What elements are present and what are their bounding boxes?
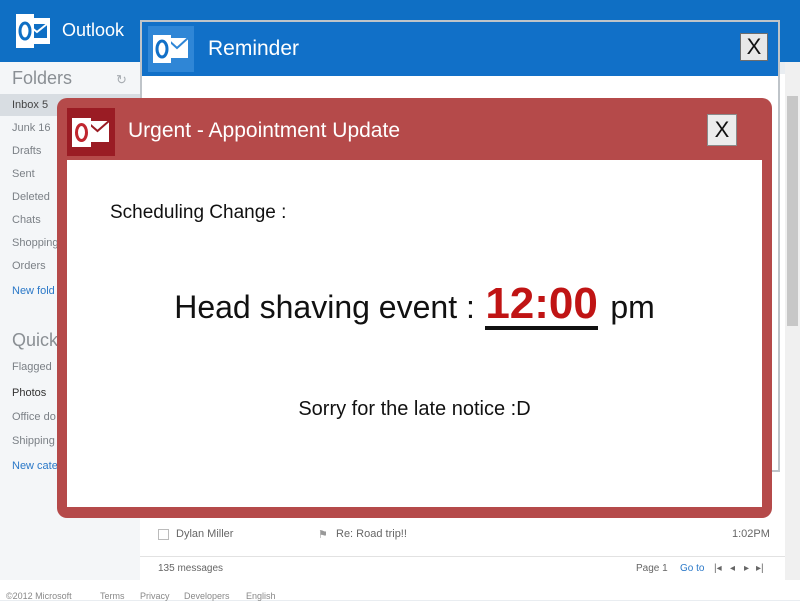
outlook-icon bbox=[148, 26, 194, 72]
urgent-close-button[interactable]: X bbox=[707, 114, 737, 146]
scrollbar-thumb[interactable] bbox=[787, 96, 798, 326]
flag-icon[interactable]: ⚑ bbox=[318, 528, 328, 541]
event-time: 12:00 bbox=[485, 279, 598, 330]
quick-views-heading: Quick bbox=[12, 330, 59, 350]
event-line: Head shaving event : 12:00 pm bbox=[67, 282, 762, 330]
event-label: Head shaving event : bbox=[174, 289, 475, 325]
refresh-icon[interactable]: ↻ bbox=[116, 72, 127, 88]
message-time: 1:02PM bbox=[732, 528, 770, 540]
event-time-suffix: pm bbox=[610, 289, 655, 325]
row-checkbox[interactable] bbox=[158, 529, 169, 540]
message-count: 135 messages bbox=[158, 563, 224, 574]
reminder-title: Reminder bbox=[208, 37, 300, 60]
first-page-icon[interactable]: |◂ bbox=[714, 563, 722, 574]
message-subject: Re: Road trip!! bbox=[336, 528, 407, 540]
next-page-icon[interactable]: ▸ bbox=[744, 563, 749, 574]
outlook-logo-icon bbox=[16, 14, 50, 48]
reminder-close-button[interactable]: X bbox=[740, 33, 768, 61]
prev-page-icon[interactable]: ◂ bbox=[730, 563, 735, 574]
reminder-title-bar: Reminder X bbox=[142, 22, 778, 76]
outlook-icon bbox=[67, 108, 115, 156]
apology-message: Sorry for the late notice :D bbox=[298, 398, 531, 420]
scheduling-change-label: Scheduling Change : bbox=[110, 202, 287, 223]
page-number: Page 1 bbox=[636, 563, 668, 574]
urgent-dialog: Urgent - Appointment Update X Scheduling… bbox=[57, 98, 772, 518]
table-row[interactable]: Dylan Miller ⚑ Re: Road trip!! 1:02PM bbox=[140, 522, 785, 546]
urgent-dialog-body: Scheduling Change : Head shaving event :… bbox=[67, 160, 762, 507]
last-page-icon[interactable]: ▸| bbox=[756, 563, 764, 574]
goto-link[interactable]: Go to bbox=[680, 563, 704, 574]
outlook-app-title: Outlook bbox=[62, 20, 125, 40]
message-sender: Dylan Miller bbox=[176, 528, 234, 540]
pager-row: 135 messages Page 1 Go to |◂ ◂ ▸ ▸| bbox=[140, 556, 785, 581]
folders-heading: Folders bbox=[12, 68, 73, 88]
footer: ©2012 Microsoft Terms Privacy Developers… bbox=[0, 580, 800, 601]
urgent-dialog-title: Urgent - Appointment Update bbox=[128, 119, 400, 142]
